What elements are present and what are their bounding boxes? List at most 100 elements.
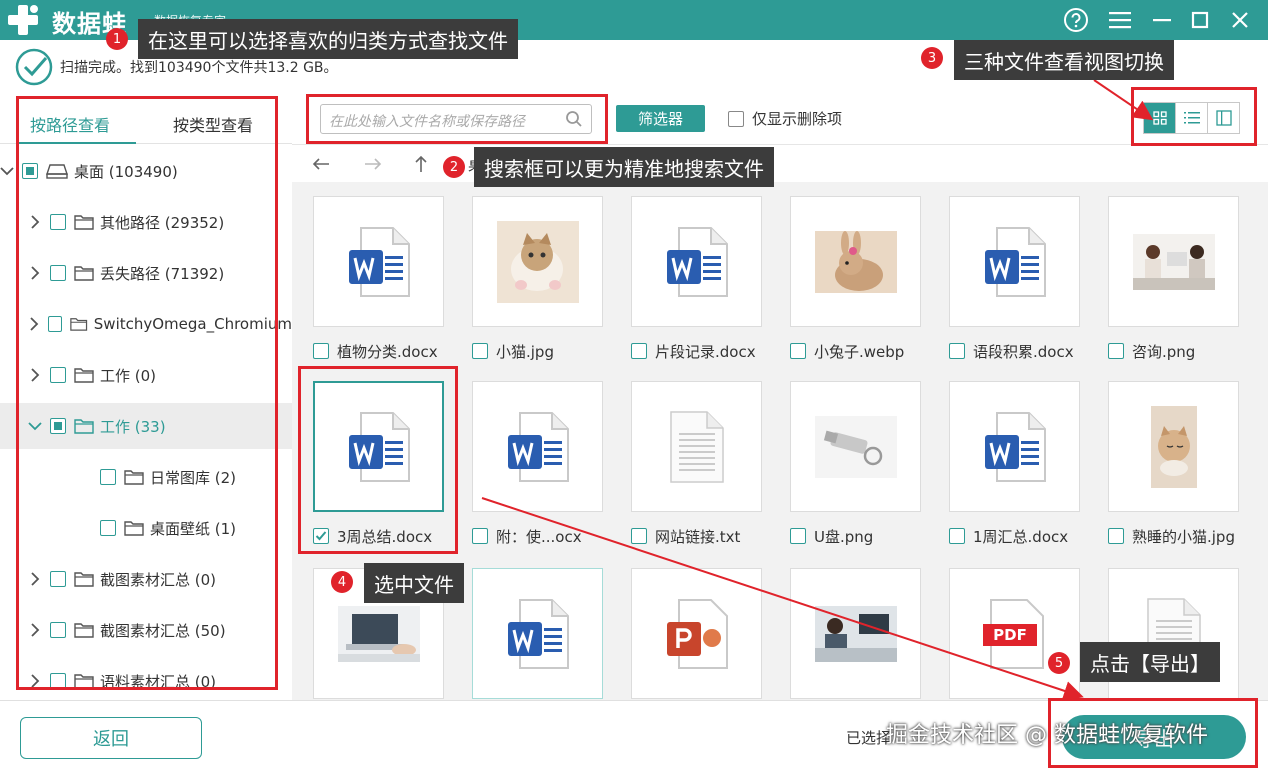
word-file-icon (507, 598, 569, 669)
file-thumbnail[interactable] (313, 196, 444, 327)
annotation-box-2 (306, 94, 608, 144)
annotation-callout-4: 选中文件 (364, 563, 464, 603)
file-name: 附：使...ocx (496, 527, 582, 546)
file-item[interactable]: 语段积累.docx (949, 341, 1074, 361)
pdf-file-icon: PDF (982, 598, 1044, 669)
word-file-icon (507, 411, 569, 482)
file-item[interactable]: 附：使...ocx (472, 526, 582, 546)
annotation-callout-1: 在这里可以选择喜欢的归类方式查找文件 (138, 19, 518, 59)
scan-status-text: 扫描完成。找到103490个文件共13.2 GB。 (60, 60, 338, 76)
annotation-box-1 (16, 96, 278, 690)
annotation-number-2: 2 (443, 156, 465, 178)
rabbit-photo-icon (814, 230, 897, 293)
text-file-icon (669, 410, 724, 483)
file-item[interactable]: 咨询.png (1108, 341, 1195, 361)
file-item[interactable]: 片段记录.docx (631, 341, 756, 361)
file-checkbox[interactable] (790, 528, 806, 544)
annotation-box-5 (1048, 698, 1258, 768)
help-button[interactable] (1062, 6, 1090, 34)
file-name: 植物分类.docx (337, 342, 438, 361)
file-name: 片段记录.docx (655, 342, 756, 361)
file-thumbnail[interactable] (790, 568, 921, 699)
file-item[interactable]: U盘.png (790, 526, 873, 546)
file-checkbox[interactable] (790, 343, 806, 359)
annotation-number-4: 4 (331, 571, 353, 593)
cat-photo-icon (496, 220, 579, 303)
file-thumbnail[interactable] (790, 196, 921, 327)
annotation-callout-3: 三种文件查看视图切换 (954, 40, 1174, 80)
deleted-only-toggle[interactable]: 仅显示删除项 (728, 108, 842, 129)
file-thumbnail[interactable] (631, 568, 762, 699)
minimize-button[interactable] (1148, 6, 1176, 34)
up-nav-button[interactable] (410, 153, 432, 175)
file-checkbox[interactable] (1108, 343, 1124, 359)
file-item[interactable]: 植物分类.docx (313, 341, 438, 361)
file-thumbnail[interactable] (1108, 381, 1239, 512)
file-name: 网站链接.txt (655, 527, 741, 546)
file-checkbox[interactable] (631, 343, 647, 359)
file-thumbnail[interactable] (631, 381, 762, 512)
tree-toggle[interactable] (0, 164, 14, 178)
file-checkbox[interactable] (1108, 528, 1124, 544)
file-thumbnail[interactable] (472, 568, 603, 699)
file-name: 小兔子.webp (814, 342, 905, 361)
file-thumbnail[interactable] (631, 196, 762, 327)
minimize-icon (1153, 19, 1171, 22)
file-checkbox[interactable] (949, 343, 965, 359)
chevron-down-icon[interactable] (0, 166, 14, 176)
maximize-button[interactable] (1186, 6, 1214, 34)
back-button[interactable]: 返回 (20, 717, 202, 759)
word-file-icon (984, 226, 1046, 297)
menu-button[interactable] (1106, 6, 1134, 34)
file-thumbnail[interactable] (949, 196, 1080, 327)
file-thumbnail[interactable] (1108, 196, 1239, 327)
file-item[interactable]: 1周汇总.docx (949, 526, 1068, 546)
arrow-up-icon (415, 155, 427, 172)
help-icon (1064, 8, 1088, 32)
file-checkbox[interactable] (472, 343, 488, 359)
file-name: 1周汇总.docx (973, 527, 1069, 546)
ppt-file-icon (666, 598, 728, 669)
deleted-only-checkbox[interactable] (728, 110, 744, 127)
file-checkbox[interactable] (313, 343, 329, 359)
desk-photo-icon (814, 605, 897, 662)
file-thumbnail[interactable] (472, 381, 603, 512)
svg-text:PDF: PDF (993, 626, 1027, 644)
file-name: 语段积累.docx (973, 342, 1074, 361)
file-item[interactable]: 网站链接.txt (631, 526, 740, 546)
usb-photo-icon (814, 415, 897, 478)
close-button[interactable] (1226, 6, 1254, 34)
file-thumbnail[interactable] (790, 381, 921, 512)
maximize-icon (1191, 11, 1209, 29)
file-name: 熟睡的小猫.jpg (1132, 527, 1235, 546)
file-thumbnail[interactable] (949, 381, 1080, 512)
file-checkbox[interactable] (472, 528, 488, 544)
file-checkbox[interactable] (631, 528, 647, 544)
file-item[interactable]: 熟睡的小猫.jpg (1108, 526, 1235, 546)
deleted-only-label: 仅显示删除项 (752, 110, 843, 128)
path-nav-bar: 桌 (292, 144, 1268, 182)
forward-nav-button[interactable] (362, 153, 384, 175)
file-thumbnail[interactable] (472, 196, 603, 327)
file-item[interactable]: 小兔子.webp (790, 341, 904, 361)
check-circle-icon (15, 48, 53, 86)
word-file-icon (666, 226, 728, 297)
filter-button[interactable]: 筛选器 (616, 105, 705, 132)
annotation-number-1: 1 (106, 28, 128, 50)
office-photo-icon (1132, 233, 1215, 290)
word-file-icon (348, 226, 410, 297)
menu-icon (1109, 12, 1131, 29)
annotation-box-3 (1131, 87, 1257, 146)
file-thumbnail[interactable]: PDF (949, 568, 1080, 699)
kitten-photo-icon (1150, 405, 1197, 488)
file-checkbox[interactable] (949, 528, 965, 544)
selected-info: 已选择 (846, 729, 892, 747)
annotation-callout-2: 搜索框可以更为精准地搜索文件 (474, 147, 774, 187)
annotation-box-4 (298, 366, 458, 554)
file-item[interactable]: 小猫.jpg (472, 341, 554, 361)
annotation-callout-5: 点击【导出】 (1080, 642, 1220, 682)
file-name: U盘.png (814, 527, 874, 546)
back-nav-button[interactable] (310, 153, 332, 175)
arrow-right-icon (365, 158, 382, 170)
file-name: 小猫.jpg (496, 342, 554, 361)
